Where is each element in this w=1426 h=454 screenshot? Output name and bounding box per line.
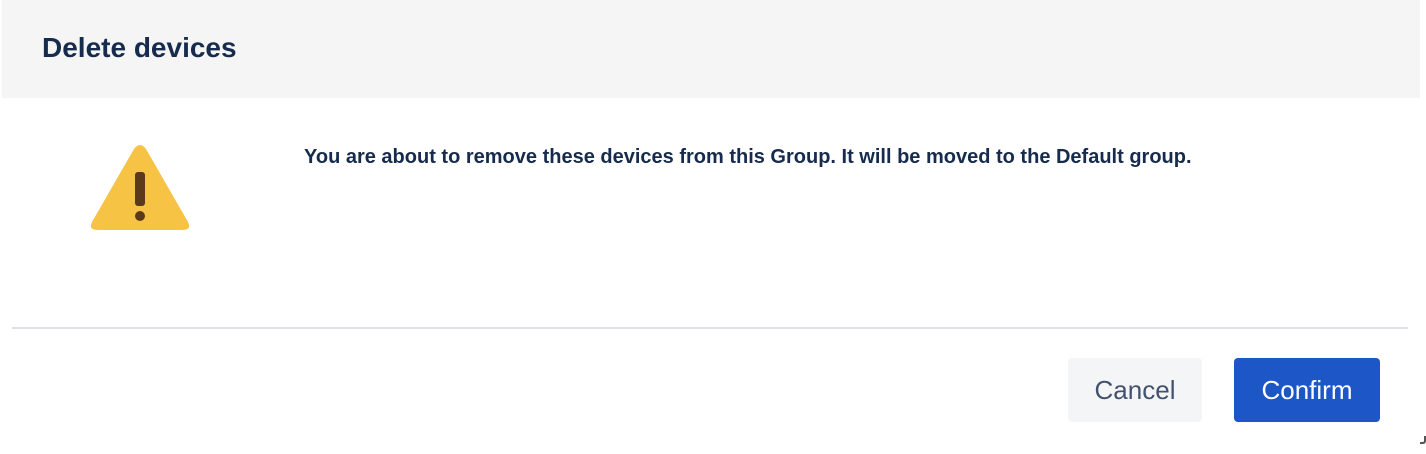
dialog-header: Delete devices	[2, 0, 1420, 98]
dialog-title: Delete devices	[42, 32, 237, 63]
dialog-body: You are about to remove these devices fr…	[0, 98, 1426, 327]
resize-corner	[1420, 436, 1426, 444]
warning-exclamation-dot	[135, 211, 145, 221]
confirm-button[interactable]: Confirm	[1234, 358, 1380, 422]
dialog-message: You are about to remove these devices fr…	[304, 146, 1192, 168]
footer-divider	[12, 327, 1408, 329]
warning-exclamation-bar	[135, 172, 145, 206]
cancel-button[interactable]: Cancel	[1068, 358, 1202, 422]
warning-icon	[90, 145, 190, 230]
delete-devices-dialog: Delete devices You are about to remove t…	[0, 0, 1426, 454]
